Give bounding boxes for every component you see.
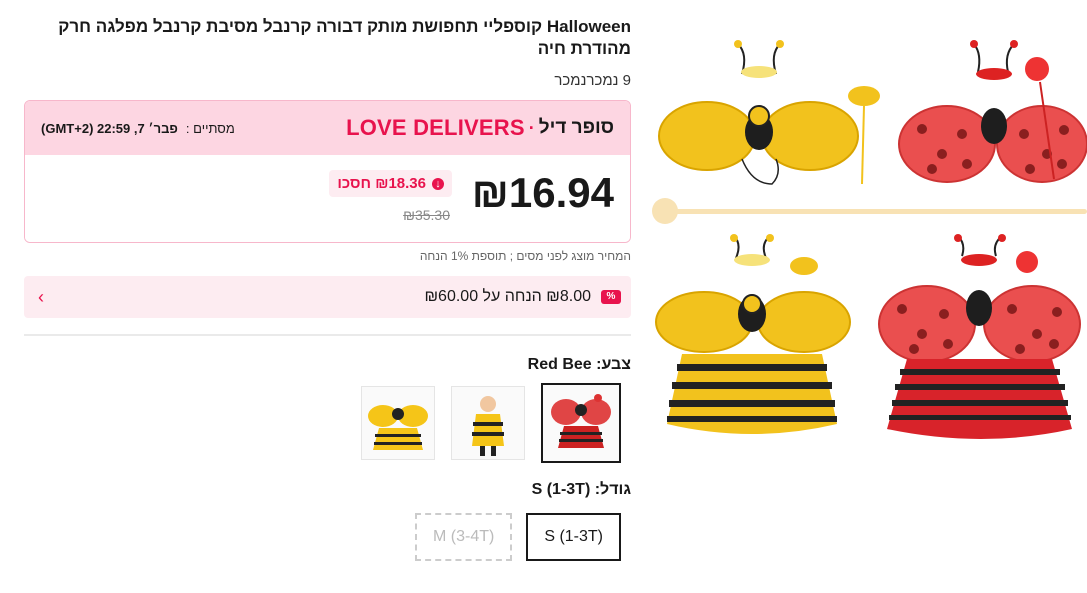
savings-text: ₪18.36 חסכו — [337, 175, 426, 192]
down-arrow-icon: ↓ — [432, 177, 444, 190]
deal-header: סופר דיל · LOVE DELIVERS מסתיים : פבר׳ 7… — [25, 101, 630, 155]
red-bee-thumb-image — [551, 394, 611, 448]
deal-countdown: מסתיים : פבר׳ 7, 22:59 (GMT+2) — [41, 121, 235, 136]
product-gallery — [652, 34, 1087, 454]
deal-ends-label: מסתיים : — [185, 120, 235, 136]
savings-badge: ↓ ₪18.36 חסכו — [329, 170, 452, 197]
current-price: ₪16.94 — [471, 169, 614, 216]
color-label: צבע: Red Bee — [527, 356, 631, 373]
divider — [24, 334, 631, 336]
slider-track — [664, 209, 1087, 214]
deal-ends-value: פבר׳ 7, 22:59 (GMT+2) — [41, 120, 178, 136]
yellow-bee-thumb-image — [368, 405, 428, 450]
sold-count: 9 נמכרנמכר — [554, 72, 631, 89]
deal-type: סופר דיל — [538, 117, 614, 138]
color-option-yellow-bee[interactable] — [361, 386, 435, 460]
size-options: S (1-3T) M (3-4T) — [24, 513, 631, 561]
gallery-slider[interactable] — [652, 198, 1087, 224]
coupon-banner[interactable]: % ₪8.00 הנחה על ₪60.00 › — [24, 276, 631, 318]
chevron-left-icon[interactable]: › — [38, 287, 44, 308]
bee-dress-thumb-image — [472, 396, 504, 456]
size-option-s[interactable]: S (1-3T) — [526, 513, 621, 561]
brand-separator: · — [528, 117, 535, 138]
product-details: Halloween קוספליי תחפושת מותק דבורה קרנב… — [24, 16, 631, 561]
size-label: גודל: S (1-3T) — [531, 481, 631, 498]
deal-box: סופר דיל · LOVE DELIVERS מסתיים : פבר׳ 7… — [24, 100, 631, 243]
tax-note: המחיר מוצג לפני מסים ; תוספת 1% הנחה — [419, 249, 631, 263]
slider-handle[interactable] — [652, 198, 678, 224]
color-option-red-bee[interactable] — [541, 383, 621, 463]
size-option-m[interactable]: M (3-4T) — [415, 513, 513, 561]
product-title: Halloween קוספליי תחפושת מותק דבורה קרנב… — [58, 17, 631, 58]
brand-name: LOVE DELIVERS — [346, 115, 525, 140]
deal-brand: סופר דיל · LOVE DELIVERS — [346, 115, 614, 141]
original-price: ₪35.30 — [403, 207, 450, 223]
color-options — [24, 383, 631, 463]
coupon-text: ₪8.00 הנחה על ₪60.00 — [424, 288, 591, 305]
product-image-wings-set[interactable] — [652, 34, 1087, 194]
deal-price-area: ₪16.94 ↓ ₪18.36 חסכו ₪35.30 — [25, 155, 630, 242]
product-image-full-costume[interactable] — [652, 234, 1087, 454]
color-option-bee-dress[interactable] — [451, 386, 525, 460]
percent-icon: % — [601, 290, 621, 304]
